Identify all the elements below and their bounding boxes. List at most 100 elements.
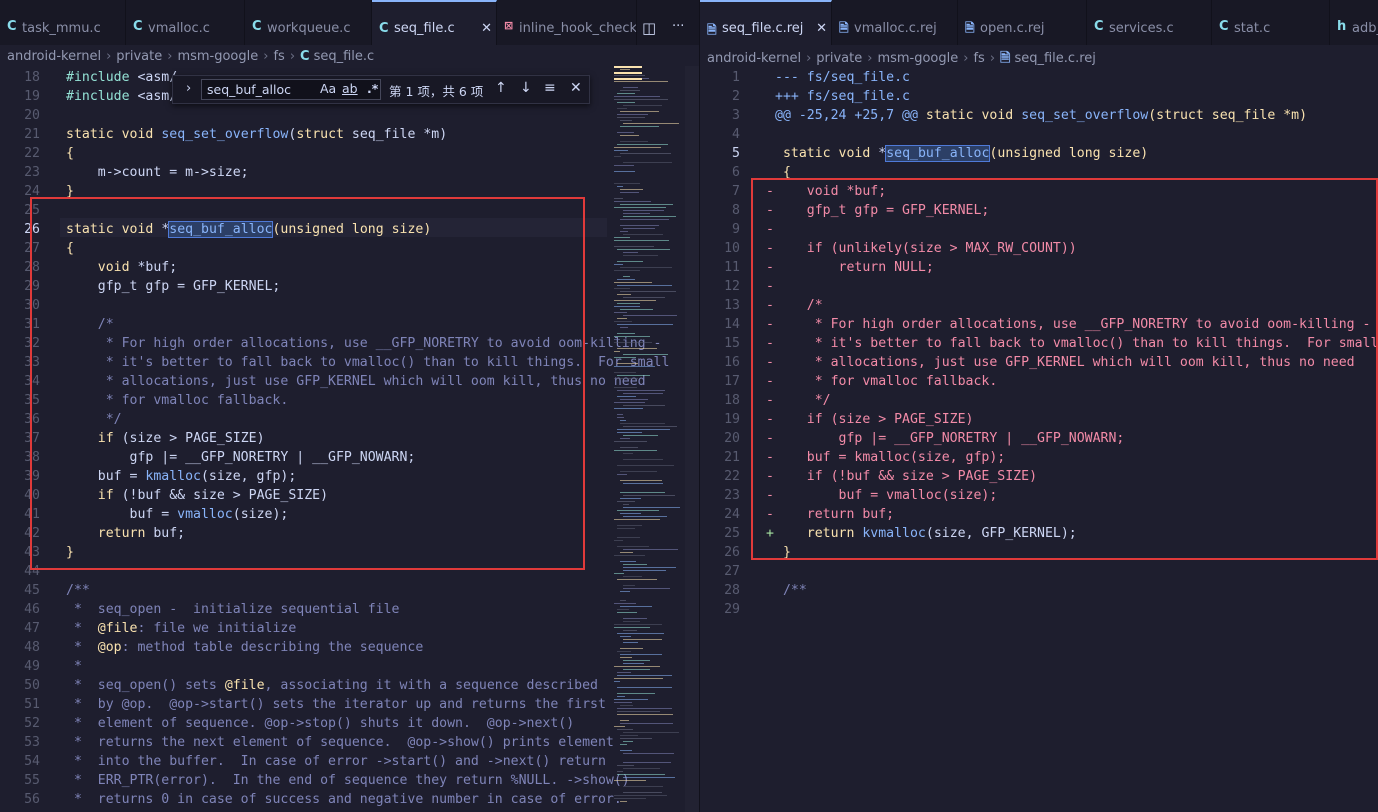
code-token: /** (66, 583, 90, 598)
minimap-line (623, 315, 677, 316)
minimap-line (620, 189, 643, 190)
minimap-line (614, 339, 620, 340)
tab-open-c-rej[interactable]: 🗎 open.c.rej (958, 0, 1087, 45)
minimap-line (620, 423, 665, 424)
minimap-line (623, 483, 663, 484)
breadcrumb-item[interactable]: msm-google (177, 49, 258, 64)
rust-file-icon: ⊠ (504, 19, 514, 32)
tab-seq-file-c-rej[interactable]: 🗎 seq_file.c.rej ✕ (700, 0, 832, 45)
minimap-line (623, 570, 666, 571)
find-in-selection-icon[interactable]: ≡ (544, 80, 556, 96)
minimap-line (620, 126, 659, 127)
file-text-icon: 🗎 (839, 21, 849, 35)
previous-match-icon[interactable]: ↑ (495, 80, 507, 96)
code-token: @file (97, 621, 138, 636)
tab-task-mmu-c[interactable]: Ctask_mmu.c (0, 0, 126, 45)
tab-stat-c[interactable]: Cstat.c (1212, 0, 1330, 45)
code-text: * into the buffer. In case of error ->st… (66, 752, 606, 771)
breadcrumb-item[interactable]: android-kernel (707, 51, 801, 66)
minimap-line (614, 312, 627, 313)
breadcrumb-item[interactable]: fs (273, 49, 284, 64)
tab-inline-hook-check-r[interactable]: ⊠ inline_hook_check.r (497, 0, 637, 45)
line-number: 17 (724, 374, 740, 389)
minimap-line (617, 771, 623, 772)
vertical-scrollbar[interactable] (685, 66, 699, 812)
line-number: 11 (724, 260, 740, 275)
breadcrumb-item[interactable]: seq_file.c.rej (1014, 51, 1095, 66)
minimap-line (614, 378, 638, 379)
code-line: 48 * @op: method table describing the se… (0, 638, 699, 657)
tab-vmalloc-c[interactable]: Cvmalloc.c (126, 0, 245, 45)
breadcrumb-item[interactable]: fs (973, 51, 984, 66)
code-text: /** (775, 581, 807, 600)
tab-seq-file-c[interactable]: Cseq_file.c ✕ (372, 0, 497, 45)
minimap-line (617, 474, 627, 475)
minimap-line (620, 606, 652, 607)
minimap-line (620, 69, 630, 70)
whole-word-icon[interactable]: ab (342, 81, 358, 96)
minimap-line (623, 516, 667, 517)
minimap-line (620, 231, 628, 232)
code-line: 5 static void *seq_buf_alloc(unsigned lo… (700, 144, 1378, 163)
breadcrumb-item[interactable]: msm-google (877, 51, 958, 66)
breadcrumb-item[interactable]: android-kernel (7, 49, 101, 64)
match-case-icon[interactable]: Aa (320, 81, 336, 96)
code-token: --- fs/seq_file.c (775, 70, 910, 85)
code-text: * @file: file we initialize (66, 619, 296, 638)
line-number: 50 (24, 678, 40, 693)
annotation-box-original-function (30, 197, 585, 570)
code-text: * (66, 657, 82, 676)
file-icon: C (300, 49, 310, 64)
code-token: static (782, 146, 831, 161)
find-widget: › seq_buf_alloc Aa ab .* 第 1 项，共 6 项 ↑ ↓… (172, 75, 590, 104)
line-number: 18 (724, 393, 740, 408)
regex-icon[interactable]: .* (367, 81, 378, 96)
minimap-line (623, 435, 658, 436)
code-text: --- fs/seq_file.c (775, 68, 910, 87)
left_tabs-tab-label: seq_file.c (394, 21, 455, 36)
code-token: static (925, 108, 974, 123)
more-actions-icon[interactable]: ··· (672, 19, 684, 34)
breadcrumb-item[interactable]: seq_file.c (314, 49, 375, 64)
close-find-icon[interactable]: ✕ (570, 80, 582, 96)
code-token: void (121, 127, 154, 142)
right-tab-bar: 🗎 seq_file.c.rej ✕ 🗎 vmalloc.c.rej 🗎 open.c.re… (700, 0, 1378, 45)
tab-services-c[interactable]: Cservices.c (1087, 0, 1212, 45)
code-text: m->count = m->size; (66, 163, 249, 182)
file-text-icon: 🗎 (965, 21, 975, 35)
line-number: 8 (732, 203, 740, 218)
tab-vmalloc-c-rej[interactable]: 🗎 vmalloc.c.rej (832, 0, 958, 45)
code-token: * returns 0 in case of success and negat… (73, 792, 622, 807)
minimap-line (623, 639, 662, 640)
minimap-line (620, 654, 662, 655)
minimap-line (617, 363, 638, 364)
split-editor-icon[interactable]: ◫ (642, 19, 656, 37)
minimap-line (614, 156, 621, 157)
close-tab-icon[interactable]: ✕ (816, 21, 827, 36)
next-match-icon[interactable]: ↓ (520, 80, 532, 96)
left-tab-bar: Ctask_mmu.c Cvmalloc.c Cworkqueue.c Cseq_fi… (0, 0, 699, 45)
close-tab-icon[interactable]: ✕ (481, 21, 492, 36)
line-number: 56 (24, 792, 40, 807)
minimap[interactable] (609, 66, 697, 812)
minimap-line (620, 219, 669, 220)
minimap-line (614, 795, 667, 796)
left_tabs-tab-label: workqueue.c (267, 21, 351, 36)
minimap-line (623, 276, 630, 277)
minimap-line (620, 111, 659, 112)
tab-adb[interactable]: h adb_ (1330, 0, 1378, 45)
minimap-line (620, 636, 631, 637)
tab-workqueue-c[interactable]: Cworkqueue.c (245, 0, 372, 45)
breadcrumb-item[interactable]: private (816, 51, 862, 66)
minimap-line (617, 465, 674, 466)
minimap-line (614, 201, 651, 202)
breadcrumb-item[interactable]: private (116, 49, 162, 64)
minimap-line (614, 306, 640, 307)
minimap-line (617, 279, 635, 280)
c-file-icon: C (133, 19, 143, 34)
minimap-line (617, 102, 635, 103)
minimap-line (614, 555, 645, 556)
toggle-replace-chevron-icon[interactable]: › (186, 81, 191, 96)
minimap-line (617, 729, 633, 730)
minimap-line (614, 798, 646, 799)
